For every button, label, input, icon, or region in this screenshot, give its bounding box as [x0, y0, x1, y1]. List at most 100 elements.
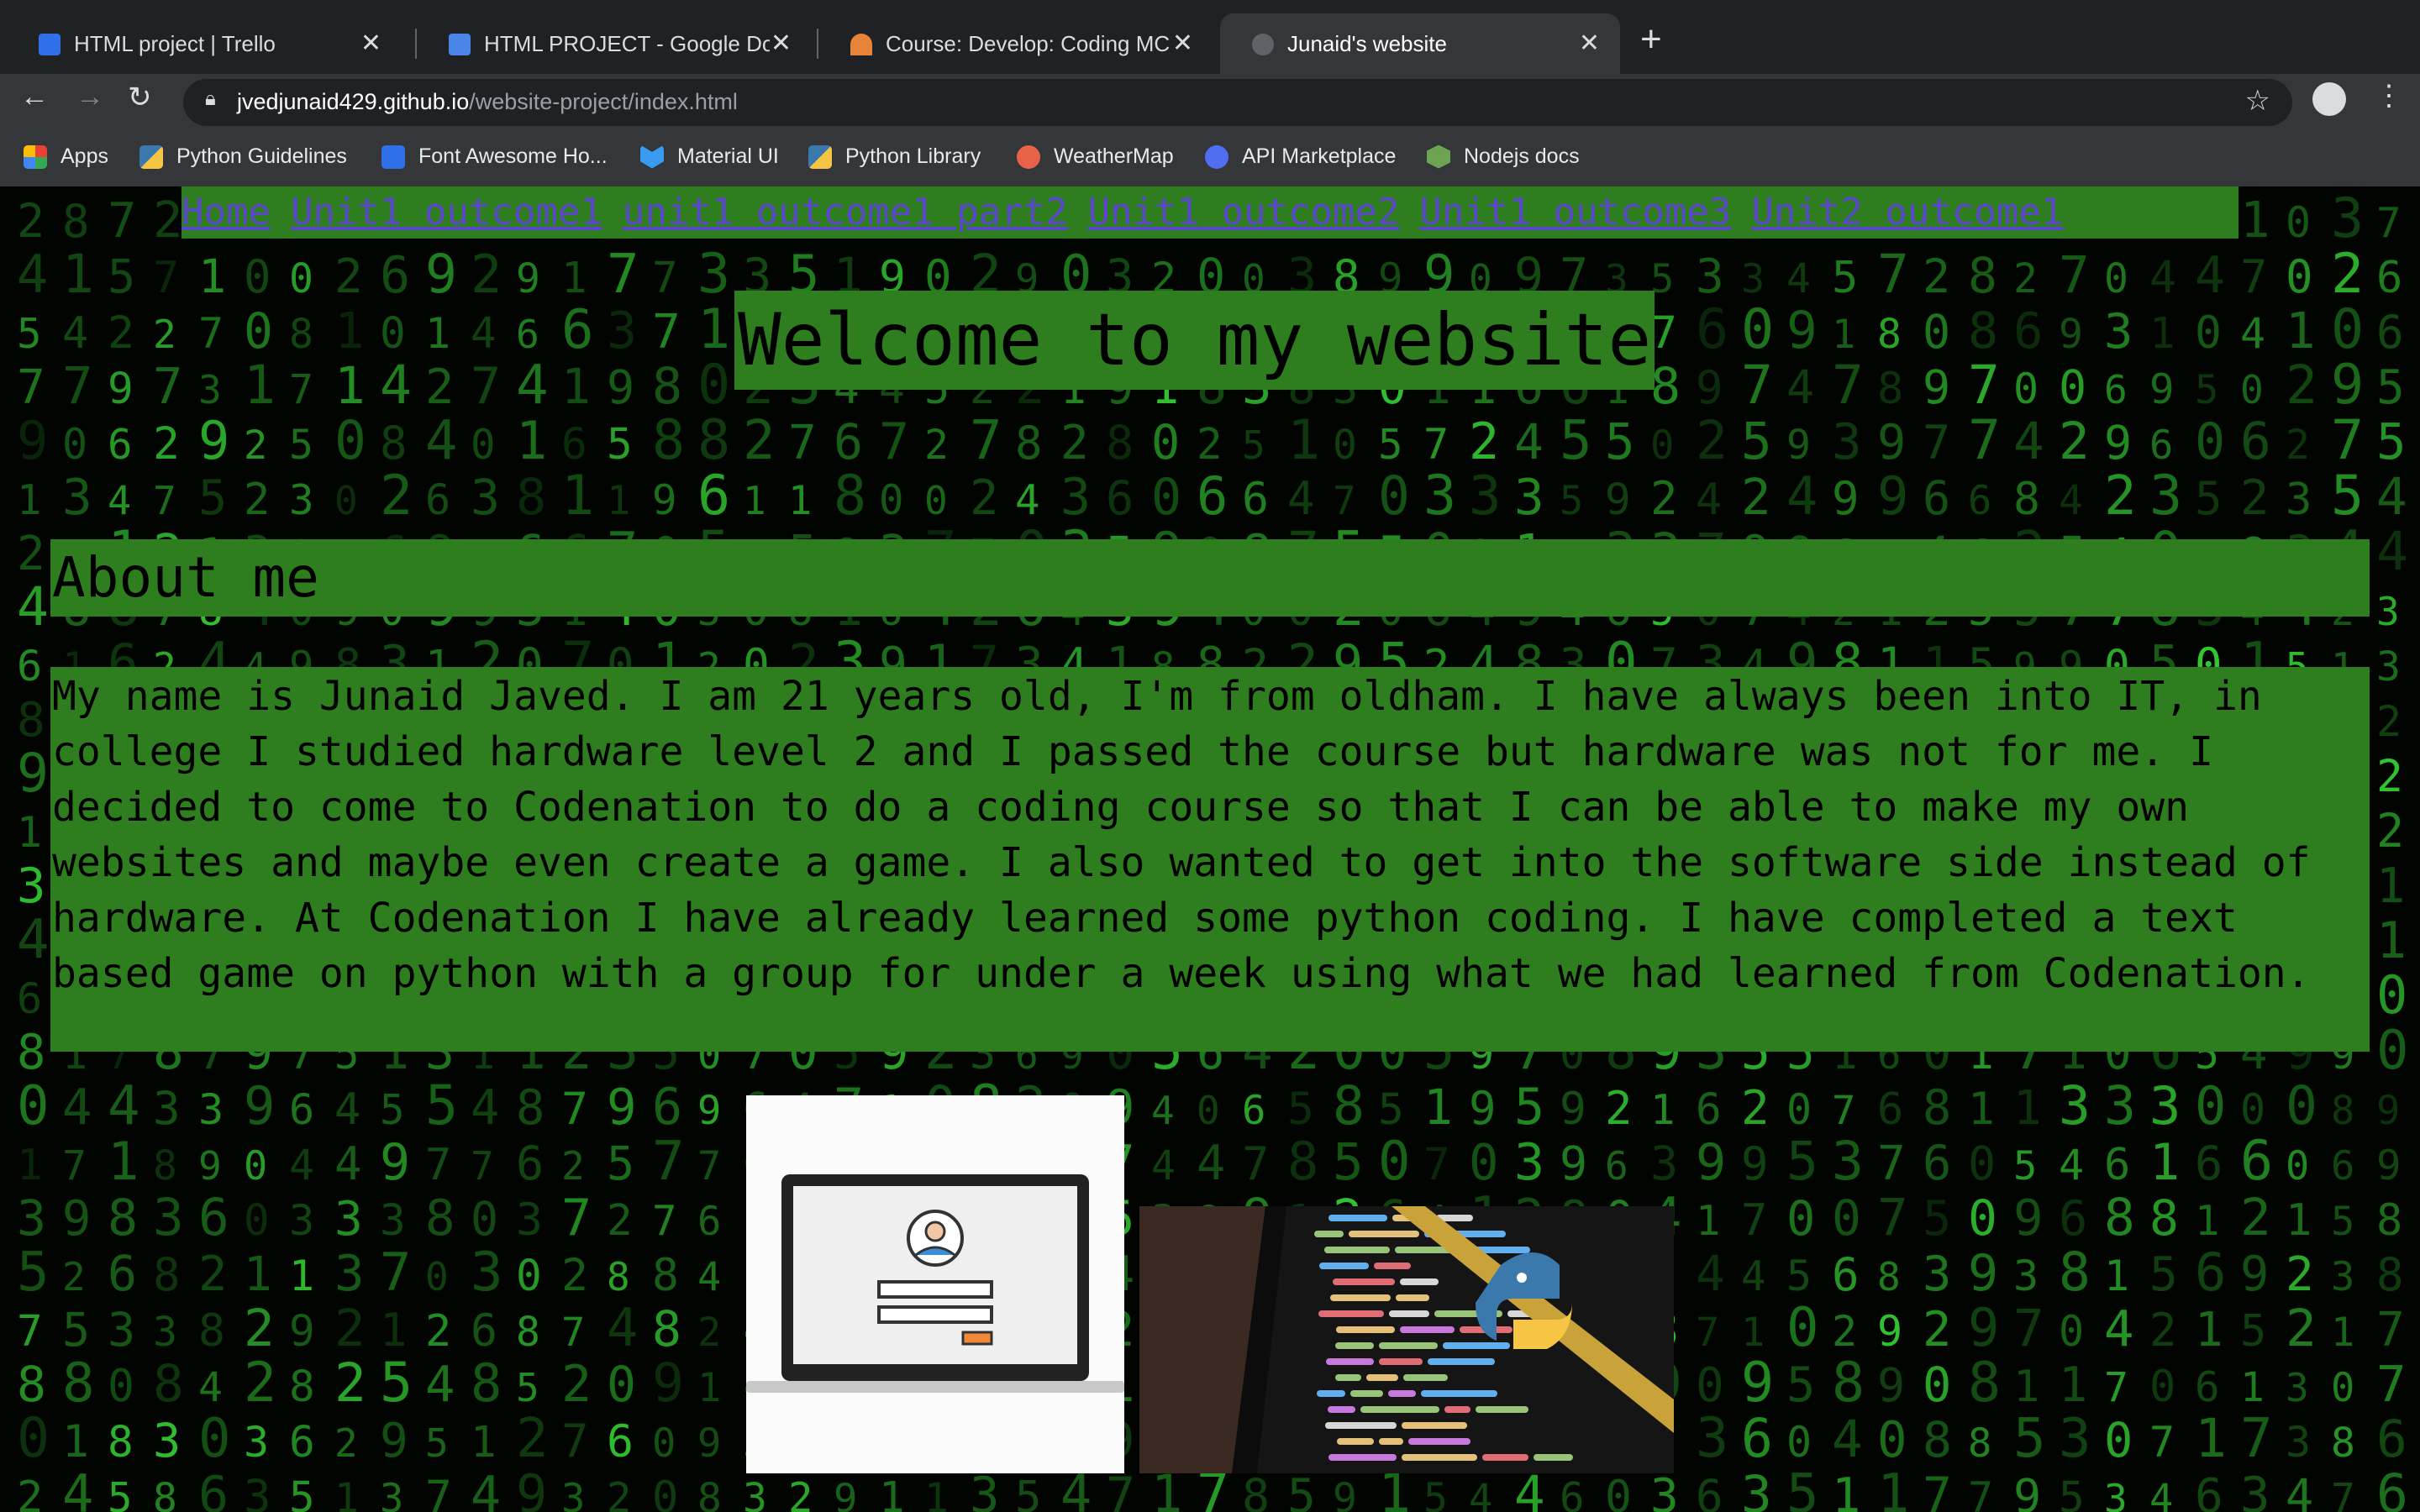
- svg-text:5: 5: [1786, 1252, 1812, 1300]
- svg-text:0: 0: [244, 1143, 267, 1189]
- back-arrow-icon[interactable]: ←: [20, 81, 49, 113]
- tab-codenation-course[interactable]: Course: Develop: Coding MCR ✕: [818, 13, 1213, 74]
- svg-text:5: 5: [2149, 1247, 2178, 1302]
- svg-text:4: 4: [62, 1463, 93, 1512]
- svg-text:4: 4: [697, 1254, 721, 1300]
- svg-text:8: 8: [652, 357, 682, 416]
- svg-text:9: 9: [17, 743, 49, 804]
- close-icon[interactable]: ✕: [771, 29, 792, 58]
- tab-google-docs[interactable]: HTML PROJECT - Google Docs ✕: [417, 13, 812, 74]
- svg-text:8: 8: [1015, 417, 1043, 470]
- svg-text:1: 1: [2286, 302, 2316, 360]
- svg-text:6: 6: [1197, 465, 1228, 527]
- svg-text:2: 2: [1923, 1302, 1951, 1357]
- svg-text:0: 0: [1469, 1133, 1499, 1191]
- bookmark-python-library[interactable]: Python Library: [808, 144, 981, 169]
- svg-text:2: 2: [743, 410, 776, 472]
- svg-text:7: 7: [561, 1415, 589, 1467]
- svg-text:7: 7: [2331, 409, 2364, 472]
- python-icon: [808, 144, 832, 169]
- svg-text:9: 9: [244, 1075, 275, 1137]
- svg-text:8: 8: [153, 1354, 184, 1414]
- svg-text:8: 8: [1877, 311, 1902, 358]
- svg-text:8: 8: [2149, 1189, 2179, 1247]
- bookmark-apps[interactable]: Apps: [24, 144, 108, 169]
- svg-text:4: 4: [1015, 476, 1040, 524]
- svg-text:7: 7: [1741, 1195, 1767, 1246]
- svg-text:9: 9: [198, 410, 229, 471]
- address-bar[interactable]: 🔒︎ jvedjunaid429.github.io/website-proje…: [183, 79, 2292, 126]
- bookmark-python-guidelines[interactable]: Python Guidelines: [139, 144, 347, 169]
- svg-text:8: 8: [1923, 1080, 1951, 1136]
- svg-text:2: 2: [2376, 804, 2404, 858]
- svg-text:8: 8: [516, 1080, 544, 1136]
- close-icon[interactable]: ✕: [1579, 29, 1600, 58]
- bookmark-api-marketplace[interactable]: API Marketplace: [1205, 144, 1396, 169]
- close-icon[interactable]: ✕: [360, 29, 381, 58]
- svg-text:5: 5: [1015, 1473, 1041, 1512]
- bookmark-nodejs-docs[interactable]: Nodejs docs: [1427, 144, 1580, 169]
- svg-text:5: 5: [1378, 421, 1403, 469]
- svg-text:3: 3: [244, 1470, 271, 1512]
- svg-text:2: 2: [1696, 410, 1728, 471]
- svg-text:4: 4: [334, 1084, 360, 1135]
- svg-text:0: 0: [924, 478, 948, 523]
- svg-text:2: 2: [697, 1310, 721, 1356]
- svg-text:2: 2: [471, 244, 502, 305]
- svg-text:4: 4: [1514, 413, 1544, 470]
- svg-text:6: 6: [2013, 302, 2044, 360]
- more-menu-icon[interactable]: ⋮: [2375, 79, 2403, 113]
- svg-text:1: 1: [2376, 858, 2405, 914]
- nav-link-home[interactable]: Home: [182, 191, 271, 234]
- nav-link-unit1-outcome1[interactable]: Unit1 outcome1: [291, 191, 602, 234]
- reload-icon[interactable]: ↻: [128, 81, 152, 114]
- svg-text:7: 7: [1923, 1467, 1952, 1512]
- svg-text:5: 5: [1786, 1131, 1818, 1192]
- bookmark-star-icon[interactable]: ☆: [2245, 84, 2270, 118]
- nav-link-unit1-outcome2[interactable]: Unit1 outcome2: [1088, 191, 1400, 234]
- svg-text:8: 8: [2376, 1195, 2402, 1246]
- svg-text:6: 6: [380, 246, 410, 305]
- svg-text:4: 4: [2149, 252, 2176, 303]
- svg-text:6: 6: [516, 1137, 544, 1190]
- bookmark-material-ui[interactable]: Material UI: [640, 144, 779, 169]
- svg-text:1: 1: [788, 478, 812, 524]
- svg-text:3: 3: [1423, 465, 1456, 528]
- svg-text:8: 8: [652, 1300, 681, 1357]
- svg-text:4: 4: [2013, 412, 2044, 471]
- close-icon[interactable]: ✕: [1172, 29, 1193, 58]
- svg-text:6: 6: [1605, 1143, 1628, 1189]
- svg-text:2: 2: [2331, 243, 2364, 306]
- bookmark-weathermap[interactable]: WeatherMap: [1017, 144, 1174, 169]
- nav-link-unit1-outcome3[interactable]: Unit1 outcome3: [1420, 191, 1732, 234]
- nav-link-unit2-outcome1[interactable]: Unit2 outcome1: [1751, 191, 2063, 234]
- svg-text:1: 1: [879, 1473, 905, 1512]
- svg-text:9: 9: [425, 244, 457, 305]
- new-tab-button[interactable]: +: [1640, 18, 1662, 60]
- profile-avatar-icon[interactable]: [2312, 82, 2346, 116]
- bookmark-label: Python Library: [845, 144, 981, 168]
- svg-text:9: 9: [834, 1476, 857, 1512]
- svg-text:4: 4: [471, 309, 497, 359]
- svg-text:0: 0: [1741, 298, 1774, 361]
- svg-text:3: 3: [334, 1192, 363, 1247]
- tab-junaids-website[interactable]: Junaid's website ✕: [1220, 13, 1620, 74]
- nodejs-icon: [1427, 144, 1450, 169]
- lock-icon[interactable]: 🔒︎: [205, 87, 216, 111]
- svg-text:6: 6: [2240, 412, 2271, 471]
- svg-text:5: 5: [1832, 253, 1858, 303]
- svg-text:0: 0: [1923, 305, 1950, 359]
- svg-text:4: 4: [2059, 1141, 2084, 1189]
- bookmark-font-awesome[interactable]: Font Awesome Ho...: [381, 144, 608, 169]
- svg-text:8: 8: [2013, 474, 2040, 525]
- tab-trello[interactable]: HTML project | Trello ✕: [7, 13, 402, 74]
- url-text[interactable]: jvedjunaid429.github.io/website-project/…: [237, 89, 738, 115]
- svg-text:0: 0: [2195, 1075, 2226, 1137]
- svg-text:8: 8: [1287, 1131, 1318, 1192]
- nav-link-unit1-outcome1-part2[interactable]: unit1 outcome1 part2: [623, 191, 1068, 234]
- svg-text:6: 6: [2195, 1242, 2226, 1303]
- svg-text:5: 5: [2195, 367, 2218, 413]
- svg-text:1: 1: [108, 1131, 139, 1192]
- svg-text:3: 3: [17, 1189, 46, 1247]
- forward-arrow-icon[interactable]: →: [76, 81, 104, 113]
